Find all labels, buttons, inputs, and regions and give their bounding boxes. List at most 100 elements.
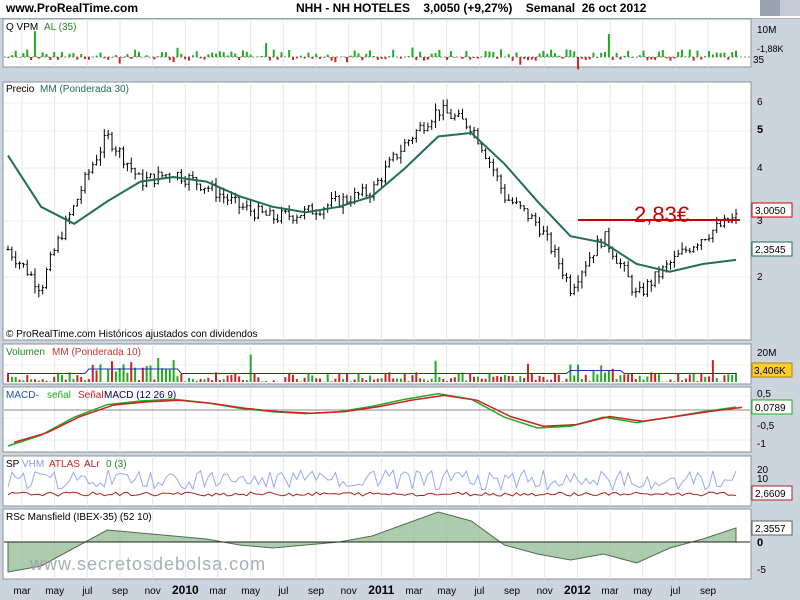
volume-bar <box>419 378 422 382</box>
volume-bar <box>604 372 607 382</box>
volume-bar <box>334 378 337 382</box>
volume-bar <box>527 363 529 382</box>
volume-bar <box>407 380 410 382</box>
q-axis-188k: -1,88K <box>757 44 784 54</box>
volume-bar <box>218 379 221 382</box>
x-tick-label: sep <box>504 586 521 597</box>
volume-bar <box>288 372 291 382</box>
volume-bar <box>145 365 148 382</box>
volume-bar <box>688 374 691 382</box>
quality-bar <box>134 49 137 57</box>
x-tick-label: mar <box>601 586 619 597</box>
x-tick-label: 2011 <box>368 583 394 597</box>
volume-bar <box>411 375 414 382</box>
volume-bar <box>623 374 626 382</box>
quality-bar <box>561 57 564 59</box>
volume-bar <box>361 377 364 382</box>
volume-bar <box>99 364 102 382</box>
sp-label-e: 0 (3) <box>106 459 127 470</box>
quality-bar <box>226 55 229 57</box>
x-tick-label: nov <box>341 586 357 597</box>
volume-bar <box>257 377 260 382</box>
quality-bar <box>299 55 302 57</box>
x-tick-label: may <box>45 586 64 597</box>
volume-bar <box>465 380 468 382</box>
quality-bar <box>515 52 518 57</box>
quality-bar <box>677 51 680 57</box>
x-tick-label: jul <box>277 586 288 597</box>
quality-bar <box>76 57 79 60</box>
sp-label-b: VHM <box>22 459 44 470</box>
volume-bar <box>631 373 633 382</box>
quality-bar <box>607 33 610 57</box>
volume-bar <box>484 378 487 382</box>
volume-bar <box>657 374 660 382</box>
credit-text: © ProRealTime.com Históricos ajustados c… <box>6 329 258 340</box>
quality-bar <box>195 51 198 57</box>
volume-bar <box>372 379 375 382</box>
volume-bar <box>76 375 79 382</box>
quality-bar <box>507 54 510 57</box>
volume-bar <box>49 381 52 382</box>
volume-bar <box>538 375 541 382</box>
quality-bar <box>249 54 252 57</box>
quality-bar <box>245 51 248 57</box>
quality-bar <box>26 49 29 57</box>
quality-bar <box>33 31 36 57</box>
quality-bar <box>534 57 537 61</box>
volume-bar <box>126 372 129 382</box>
volume-bar <box>607 370 610 382</box>
quality-bar <box>22 53 25 57</box>
volume-bar <box>423 379 425 382</box>
volume-bar <box>654 373 657 382</box>
volume-bar <box>469 373 472 382</box>
volume-bar <box>615 379 618 382</box>
volume-bar <box>284 377 287 382</box>
quality-bar <box>615 52 618 57</box>
quality-bar <box>434 52 437 57</box>
volume-bar <box>238 376 241 382</box>
volume-bar <box>434 360 437 382</box>
volume-bar <box>211 380 214 382</box>
price-label-ma: MM (Ponderada 30) <box>40 84 129 95</box>
quality-bar <box>238 57 241 60</box>
x-tick-label: nov <box>145 586 161 597</box>
volume-bar <box>426 380 429 382</box>
quality-bar <box>580 57 583 59</box>
quality-bar <box>415 57 418 61</box>
quality-bar <box>488 51 491 57</box>
quality-bar <box>657 51 660 57</box>
quality-bar <box>399 57 402 59</box>
quality-bar <box>157 56 160 57</box>
quality-bar <box>654 57 657 60</box>
price-label: Precio <box>6 84 35 95</box>
volume-bar <box>41 379 44 382</box>
volume-bar <box>172 360 175 382</box>
volume-bar <box>600 365 603 382</box>
volume-bar <box>122 364 125 382</box>
quality-bar <box>426 57 429 60</box>
volume-bar <box>442 379 445 382</box>
volume-bar <box>561 381 564 382</box>
volume-bar <box>496 376 499 382</box>
quality-bar <box>80 53 83 57</box>
quality-bar <box>215 53 217 57</box>
quality-bar <box>461 57 464 59</box>
volume-bar <box>180 373 183 382</box>
volume-bar <box>203 379 206 382</box>
volume-bar <box>349 381 352 382</box>
volume-bar <box>577 364 580 382</box>
quality-bar <box>542 50 545 57</box>
quality-bar <box>372 55 375 57</box>
volume-bar <box>515 380 518 382</box>
volume-bar <box>338 372 341 382</box>
volume-bar <box>449 378 452 382</box>
quality-bar <box>41 52 44 57</box>
volume-label-ma: MM (Ponderada 10) <box>52 347 141 358</box>
volume-bar <box>453 377 456 382</box>
quality-bar <box>604 51 607 57</box>
volume-bar <box>137 380 140 382</box>
quality-bar <box>276 57 279 60</box>
volume-bar <box>503 374 506 382</box>
volume-bar <box>299 381 302 382</box>
